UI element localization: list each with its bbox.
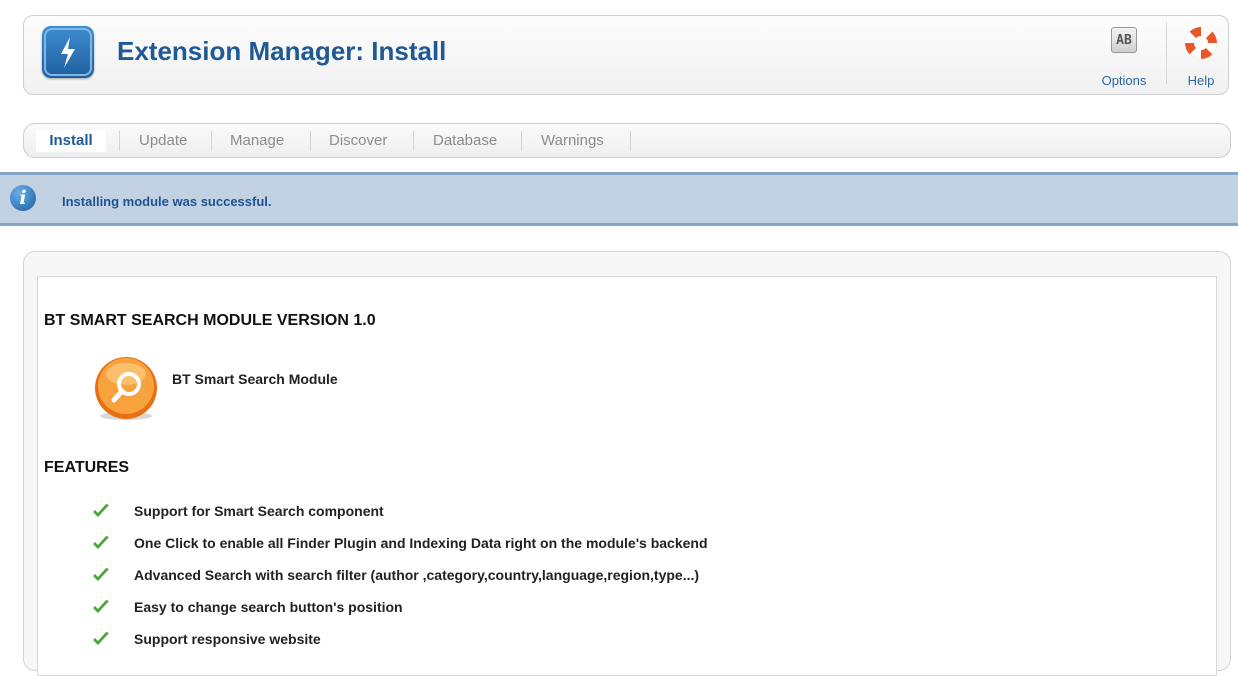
tab-divider (413, 131, 414, 151)
checkmark-icon (93, 536, 109, 549)
tab-install[interactable]: Install (36, 130, 106, 152)
feature-text: One Click to enable all Finder Plugin an… (134, 535, 708, 551)
tab-discover[interactable]: Discover (329, 130, 387, 152)
help-button[interactable]: Help (1171, 22, 1231, 90)
tab-divider (630, 131, 631, 151)
module-heading: BT SMART SEARCH MODULE VERSION 1.0 (44, 312, 376, 329)
page-title: Extension Manager: Install (117, 36, 447, 66)
feature-text: Support for Smart Search component (134, 503, 384, 519)
tab-divider (521, 131, 522, 151)
feature-text: Easy to change search button's position (134, 599, 403, 615)
options-button[interactable]: AB Options (1094, 22, 1154, 90)
feature-text: Support responsive website (134, 631, 321, 647)
tab-manage[interactable]: Manage (230, 130, 284, 152)
help-label: Help (1187, 73, 1215, 88)
checkmark-icon (93, 568, 109, 581)
submenu-tabs: Install Update Manage Discover Database … (23, 123, 1231, 158)
feature-text: Advanced Search with search filter (auth… (134, 567, 700, 583)
system-message: i Installing module was successful. (0, 172, 1238, 226)
tab-warnings[interactable]: Warnings (541, 130, 604, 152)
module-name: BT Smart Search Module (172, 371, 338, 387)
lifebuoy-icon (1185, 27, 1217, 59)
tab-divider (310, 131, 311, 151)
lightning-icon (42, 26, 94, 78)
options-label: Options (1101, 73, 1147, 88)
tab-divider (119, 131, 120, 151)
toolbar-divider (1166, 22, 1167, 84)
checkmark-icon (93, 600, 109, 613)
toolbar-header: Extension Manager: Install AB Options He… (23, 15, 1229, 95)
info-icon: i (10, 185, 36, 211)
tab-database[interactable]: Database (433, 130, 497, 152)
search-module-icon (95, 357, 157, 420)
message-text: Installing module was successful. (62, 194, 272, 209)
install-message-box (37, 276, 1217, 676)
tab-divider (211, 131, 212, 151)
checkmark-icon (93, 504, 109, 517)
options-icon: AB (1111, 27, 1137, 53)
checkmark-icon (93, 632, 109, 645)
features-heading: FEATURES (44, 459, 130, 476)
tab-update[interactable]: Update (139, 130, 187, 152)
